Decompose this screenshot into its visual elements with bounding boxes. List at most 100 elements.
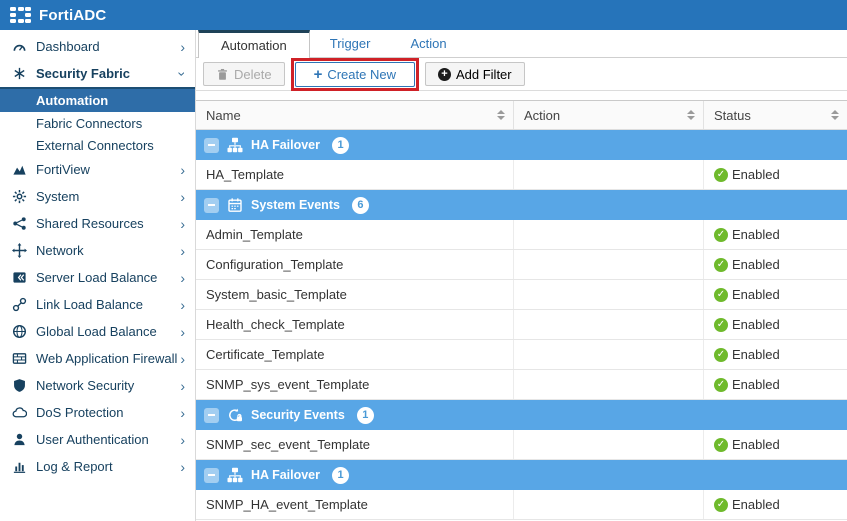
sidebar-item-label: System xyxy=(36,189,80,204)
fortiadc-window: FortiADC Dashboard › Security Fabric › A… xyxy=(0,0,847,521)
sidebar-item-user-authentication[interactable]: User Authentication › xyxy=(0,426,195,453)
status-cell: ✓ Enabled xyxy=(704,490,847,519)
security-fabric-icon xyxy=(11,66,27,82)
sidebar-item-system[interactable]: System › xyxy=(0,183,195,210)
group-row-ha-failover-2[interactable]: HA Failover 1 xyxy=(196,460,847,490)
column-header-name[interactable]: Name xyxy=(196,101,514,129)
toolbar: Delete + Create New + Add Filter xyxy=(196,57,847,91)
sidebar-item-external-connectors[interactable]: External Connectors xyxy=(0,134,195,156)
group-label: HA Failover xyxy=(251,468,321,482)
tab-bar: Automation Trigger Action xyxy=(196,30,847,58)
group-count-badge: 6 xyxy=(351,196,369,214)
table-row[interactable]: Certificate_Template ✓ Enabled xyxy=(196,340,847,370)
check-circle-icon: ✓ xyxy=(714,227,728,242)
status-cell: ✓ Enabled xyxy=(704,310,847,339)
column-header-status[interactable]: Status xyxy=(704,101,847,129)
firewall-icon xyxy=(11,351,27,367)
status-badge: Enabled xyxy=(732,227,780,242)
name-cell: Health_check_Template xyxy=(196,310,514,339)
plus-circle-icon: + xyxy=(437,67,451,81)
group-count-badge: 1 xyxy=(332,136,350,154)
status-badge: Enabled xyxy=(732,287,780,302)
security-refresh-lock-icon xyxy=(229,408,242,422)
sidebar-item-label: Security Fabric xyxy=(36,66,130,81)
check-circle-icon: ✓ xyxy=(714,257,728,272)
sidebar-item-network[interactable]: Network › xyxy=(0,237,195,264)
tab-action[interactable]: Action xyxy=(390,30,466,57)
action-cell xyxy=(514,430,704,459)
table-row[interactable]: HA_Template ✓ Enabled xyxy=(196,160,847,190)
tab-trigger[interactable]: Trigger xyxy=(310,30,391,57)
sort-icon[interactable] xyxy=(687,110,695,120)
table-row[interactable]: Health_check_Template ✓ Enabled xyxy=(196,310,847,340)
collapse-icon[interactable] xyxy=(204,467,219,483)
sidebar-item-dashboard[interactable]: Dashboard › xyxy=(0,33,195,60)
chevron-down-icon: › xyxy=(174,71,191,76)
sidebar-item-network-security[interactable]: Network Security › xyxy=(0,372,195,399)
delete-button[interactable]: Delete xyxy=(203,62,285,86)
sidebar-item-web-application-firewall[interactable]: Web Application Firewall › xyxy=(0,345,195,372)
status-badge: Enabled xyxy=(732,167,780,182)
sidebar-item-server-load-balance[interactable]: Server Load Balance › xyxy=(0,264,195,291)
sidebar-subitem-label: Fabric Connectors xyxy=(36,115,143,131)
sidebar-item-log-report[interactable]: Log & Report › xyxy=(0,453,195,480)
sidebar-item-label: User Authentication xyxy=(36,432,149,447)
collapse-icon[interactable] xyxy=(204,197,219,213)
sitemap-icon xyxy=(227,467,243,483)
user-icon xyxy=(11,432,27,448)
name-cell: SNMP_sec_event_Template xyxy=(196,430,514,459)
status-badge: Enabled xyxy=(732,437,780,452)
cloud-icon xyxy=(11,405,27,421)
group-row-security-events[interactable]: Security Events 1 xyxy=(196,400,847,430)
tab-automation[interactable]: Automation xyxy=(198,30,310,58)
chevron-right-icon: › xyxy=(180,431,185,448)
add-filter-button[interactable]: + Add Filter xyxy=(424,62,525,86)
group-row-ha-failover[interactable]: HA Failover 1 xyxy=(196,130,847,160)
collapse-icon[interactable] xyxy=(204,137,219,153)
sidebar-item-global-load-balance[interactable]: Global Load Balance › xyxy=(0,318,195,345)
sidebar-item-fortiview[interactable]: FortiView › xyxy=(0,156,195,183)
sort-icon[interactable] xyxy=(831,110,839,120)
sidebar-item-label: Global Load Balance xyxy=(36,324,157,339)
calendar-icon xyxy=(228,198,242,212)
name-cell: Certificate_Template xyxy=(196,340,514,369)
create-new-button[interactable]: + Create New xyxy=(294,61,415,87)
check-circle-icon: ✓ xyxy=(714,347,728,362)
table-row[interactable]: SNMP_sec_event_Template ✓ Enabled xyxy=(196,430,847,460)
server-load-balance-icon xyxy=(11,270,27,286)
top-bar: FortiADC xyxy=(0,0,847,30)
sidebar-item-link-load-balance[interactable]: Link Load Balance › xyxy=(0,291,195,318)
sidebar-item-label: FortiView xyxy=(36,162,90,177)
annotation-highlight-box: + Create New xyxy=(290,57,419,91)
sidebar-item-label: Log & Report xyxy=(36,459,113,474)
fortiview-icon xyxy=(11,162,27,178)
sidebar-item-automation[interactable]: Automation xyxy=(0,87,195,112)
name-cell: SNMP_sys_event_Template xyxy=(196,370,514,399)
group-row-system-events[interactable]: System Events 6 xyxy=(196,190,847,220)
table-row[interactable]: Configuration_Template ✓ Enabled xyxy=(196,250,847,280)
table-row[interactable]: SNMP_sys_event_Template ✓ Enabled xyxy=(196,370,847,400)
sort-icon[interactable] xyxy=(497,110,505,120)
table-row[interactable]: SNMP_HA_event_Template ✓ Enabled xyxy=(196,490,847,520)
sidebar-item-label: Network Security xyxy=(36,378,135,393)
app-title: FortiADC xyxy=(39,6,107,24)
check-circle-icon: ✓ xyxy=(714,287,728,302)
automation-table: Name Action Status HA Failover 1 HA_Temp… xyxy=(196,100,847,520)
status-badge: Enabled xyxy=(732,497,780,512)
sidebar-item-security-fabric[interactable]: Security Fabric › xyxy=(0,60,195,87)
plus-icon: + xyxy=(313,65,323,83)
status-badge: Enabled xyxy=(732,347,780,362)
group-label: HA Failover xyxy=(251,138,321,152)
sidebar-item-dos-protection[interactable]: DoS Protection › xyxy=(0,399,195,426)
column-header-action[interactable]: Action xyxy=(514,101,704,129)
check-circle-icon: ✓ xyxy=(714,167,728,182)
table-row[interactable]: System_basic_Template ✓ Enabled xyxy=(196,280,847,310)
fortinet-logo-icon xyxy=(10,6,31,24)
chevron-right-icon: › xyxy=(180,269,185,286)
chevron-right-icon: › xyxy=(180,323,185,340)
sidebar-item-fabric-connectors[interactable]: Fabric Connectors xyxy=(0,112,195,134)
sidebar-item-shared-resources[interactable]: Shared Resources › xyxy=(0,210,195,237)
globe-icon xyxy=(11,324,27,340)
table-row[interactable]: Admin_Template ✓ Enabled xyxy=(196,220,847,250)
collapse-icon[interactable] xyxy=(204,407,219,423)
